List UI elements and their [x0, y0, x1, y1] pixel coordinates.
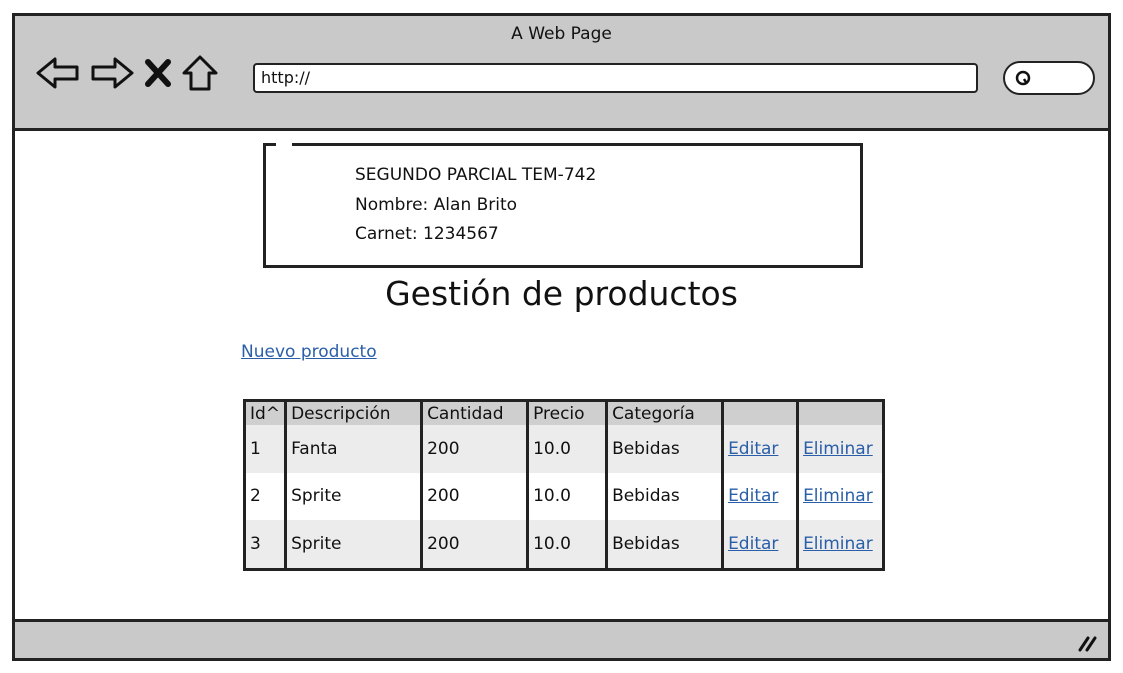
column-header-price: Precio [526, 402, 607, 425]
edit-link[interactable]: Editar [728, 534, 778, 554]
delete-link[interactable]: Eliminar [803, 486, 873, 506]
column-header-category: Categoría [605, 402, 723, 425]
cell-id: 2 [250, 486, 261, 507]
student-id: Carnet: 1234567 [355, 224, 499, 244]
cell-quantity: 200 [420, 520, 528, 568]
cell-category: Bebidas [605, 425, 723, 473]
cell-quantity: 200 [420, 425, 528, 473]
column-header-edit [721, 402, 798, 425]
products-table: Id^ Descripción Cantidad Precio Categorí… [243, 399, 885, 571]
search-icon [1015, 70, 1031, 86]
cell-description: Fanta [284, 425, 422, 473]
delete-link[interactable]: Eliminar [803, 534, 873, 554]
cell-id: 1 [246, 425, 286, 473]
column-header-description: Descripción [284, 402, 422, 425]
cell-quantity: 200 [420, 472, 528, 521]
cell-category: Bebidas [605, 472, 723, 521]
edit-link[interactable]: Editar [728, 439, 778, 459]
cell-price: 10.0 [526, 520, 607, 568]
cell-price: 10.0 [526, 472, 607, 521]
browser-window: A Web Page http:// SEGUNDO PARCIAL TEM-7… [12, 13, 1111, 661]
status-bar [15, 619, 1108, 658]
table-header-row: Id^ Descripción Cantidad Precio Categorí… [246, 402, 882, 425]
table-row: 1 Fanta 200 10.0 Bebidas Editar Eliminar [246, 425, 882, 473]
cell-id: 3 [246, 520, 286, 568]
address-bar[interactable]: http:// [253, 63, 978, 93]
column-header-id[interactable]: Id^ [246, 402, 286, 425]
browser-toolbar: A Web Page http:// [15, 16, 1108, 131]
cell-price: 10.0 [526, 425, 607, 473]
column-header-delete [796, 402, 882, 425]
forward-arrow-icon[interactable] [89, 55, 135, 91]
cell-description: Sprite [284, 472, 422, 521]
resize-grip-icon[interactable] [1076, 634, 1098, 652]
home-icon[interactable] [181, 54, 219, 92]
back-arrow-icon[interactable] [35, 55, 81, 91]
page-title: Gestión de productos [385, 274, 738, 313]
new-product-link[interactable]: Nuevo producto [241, 342, 377, 362]
nav-buttons [35, 53, 219, 93]
table-row: 2 Sprite 200 10.0 Bebidas Editar Elimina… [246, 472, 882, 521]
student-name: Nombre: Alan Brito [355, 194, 518, 215]
table-row: 3 Sprite 200 10.0 Bebidas Editar Elimina… [246, 520, 882, 568]
column-header-quantity: Cantidad [420, 402, 528, 425]
student-info-box: SEGUNDO PARCIAL TEM-742 Nombre: Alan Bri… [263, 142, 863, 268]
edit-link[interactable]: Editar [728, 486, 778, 506]
search-box[interactable] [1003, 61, 1095, 95]
cell-category: Bebidas [605, 520, 723, 568]
cell-description: Sprite [284, 520, 422, 568]
window-title: A Web Page [511, 24, 612, 44]
delete-link[interactable]: Eliminar [803, 439, 873, 459]
stop-icon[interactable] [143, 55, 173, 91]
exam-title: SEGUNDO PARCIAL TEM-742 [355, 165, 597, 185]
